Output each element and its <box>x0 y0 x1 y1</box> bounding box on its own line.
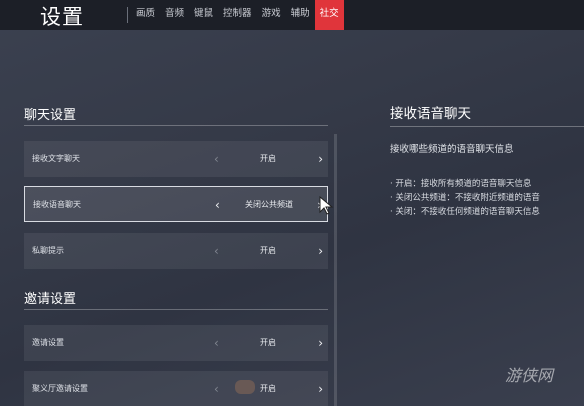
scrollbar[interactable] <box>334 134 337 406</box>
row-label: 接收语音聊天 <box>33 200 81 209</box>
row-value: 开启 <box>260 338 276 347</box>
section-title-invite: 邀请设置 <box>24 292 77 307</box>
option-close-public: · 关闭公共频道：不接收附近频道的语音 <box>390 193 540 203</box>
chevron-left-icon[interactable]: ‹ <box>214 325 219 361</box>
section-title-chat: 聊天设置 <box>24 108 77 123</box>
settings-tabs: 画质 音频 键鼠 控制器 游戏 辅助 社交 <box>131 0 344 30</box>
tab-controller[interactable]: 控制器 <box>218 0 257 30</box>
detail-divider <box>390 126 584 127</box>
section-divider <box>24 125 328 126</box>
chevron-left-icon[interactable]: ‹ <box>215 187 220 223</box>
site-watermark: 游侠网 <box>505 366 554 385</box>
chevron-right-icon[interactable]: › <box>318 371 323 406</box>
tab-audio[interactable]: 音频 <box>160 0 189 30</box>
row-label: 接收文字聊天 <box>32 154 80 163</box>
detail-options: · 开启：接收所有频道的语音聊天信息 · 关闭公共频道：不接收附近频道的语音 ·… <box>390 177 584 219</box>
option-on: · 开启：接收所有频道的语音聊天信息 <box>390 179 532 189</box>
page-title: 设置 <box>40 5 84 29</box>
row-value: 开启 <box>260 154 276 163</box>
chevron-right-icon[interactable]: › <box>318 141 323 177</box>
row-hall-invite-setting[interactable]: 聚义厅邀请设置 ‹ 开启 › <box>24 371 328 406</box>
row-receive-text-chat[interactable]: 接收文字聊天 ‹ 开启 › <box>24 141 328 177</box>
row-private-chat-notice[interactable]: 私聊提示 ‹ 开启 › <box>24 233 328 269</box>
row-invite-setting[interactable]: 邀请设置 ‹ 开启 › <box>24 325 328 361</box>
chevron-right-icon[interactable]: › <box>318 233 323 269</box>
detail-description: 接收哪些频道的语音聊天信息 <box>390 144 514 155</box>
chevron-left-icon[interactable]: ‹ <box>214 141 219 177</box>
row-label: 邀请设置 <box>32 338 64 347</box>
chevron-left-icon[interactable]: ‹ <box>214 233 219 269</box>
row-value: 关闭公共频道 <box>245 200 293 209</box>
option-off: · 关闭：不接收任何频道的语音聊天信息 <box>390 207 540 217</box>
row-value: 开启 <box>260 246 276 255</box>
tab-accessibility[interactable]: 辅助 <box>286 0 315 30</box>
tab-keyboard-mouse[interactable]: 键鼠 <box>189 0 218 30</box>
section-divider <box>24 309 328 310</box>
tab-game[interactable]: 游戏 <box>257 0 286 30</box>
nav-divider <box>127 7 128 23</box>
blurred-avatar <box>235 380 255 394</box>
chevron-left-icon[interactable]: ‹ <box>214 371 219 406</box>
tab-social[interactable]: 社交 <box>314 0 344 30</box>
mouse-cursor-icon <box>319 196 334 215</box>
tab-graphics[interactable]: 画质 <box>131 0 160 30</box>
row-label: 私聊提示 <box>32 246 64 255</box>
chevron-right-icon[interactable]: › <box>318 325 323 361</box>
top-bar: 设置 画质 音频 键鼠 控制器 游戏 辅助 社交 <box>0 0 584 30</box>
row-receive-voice-chat[interactable]: 接收语音聊天 ‹ 关闭公共频道 › <box>24 186 328 222</box>
row-label: 聚义厅邀请设置 <box>32 384 88 393</box>
detail-title: 接收语音聊天 <box>390 106 471 122</box>
